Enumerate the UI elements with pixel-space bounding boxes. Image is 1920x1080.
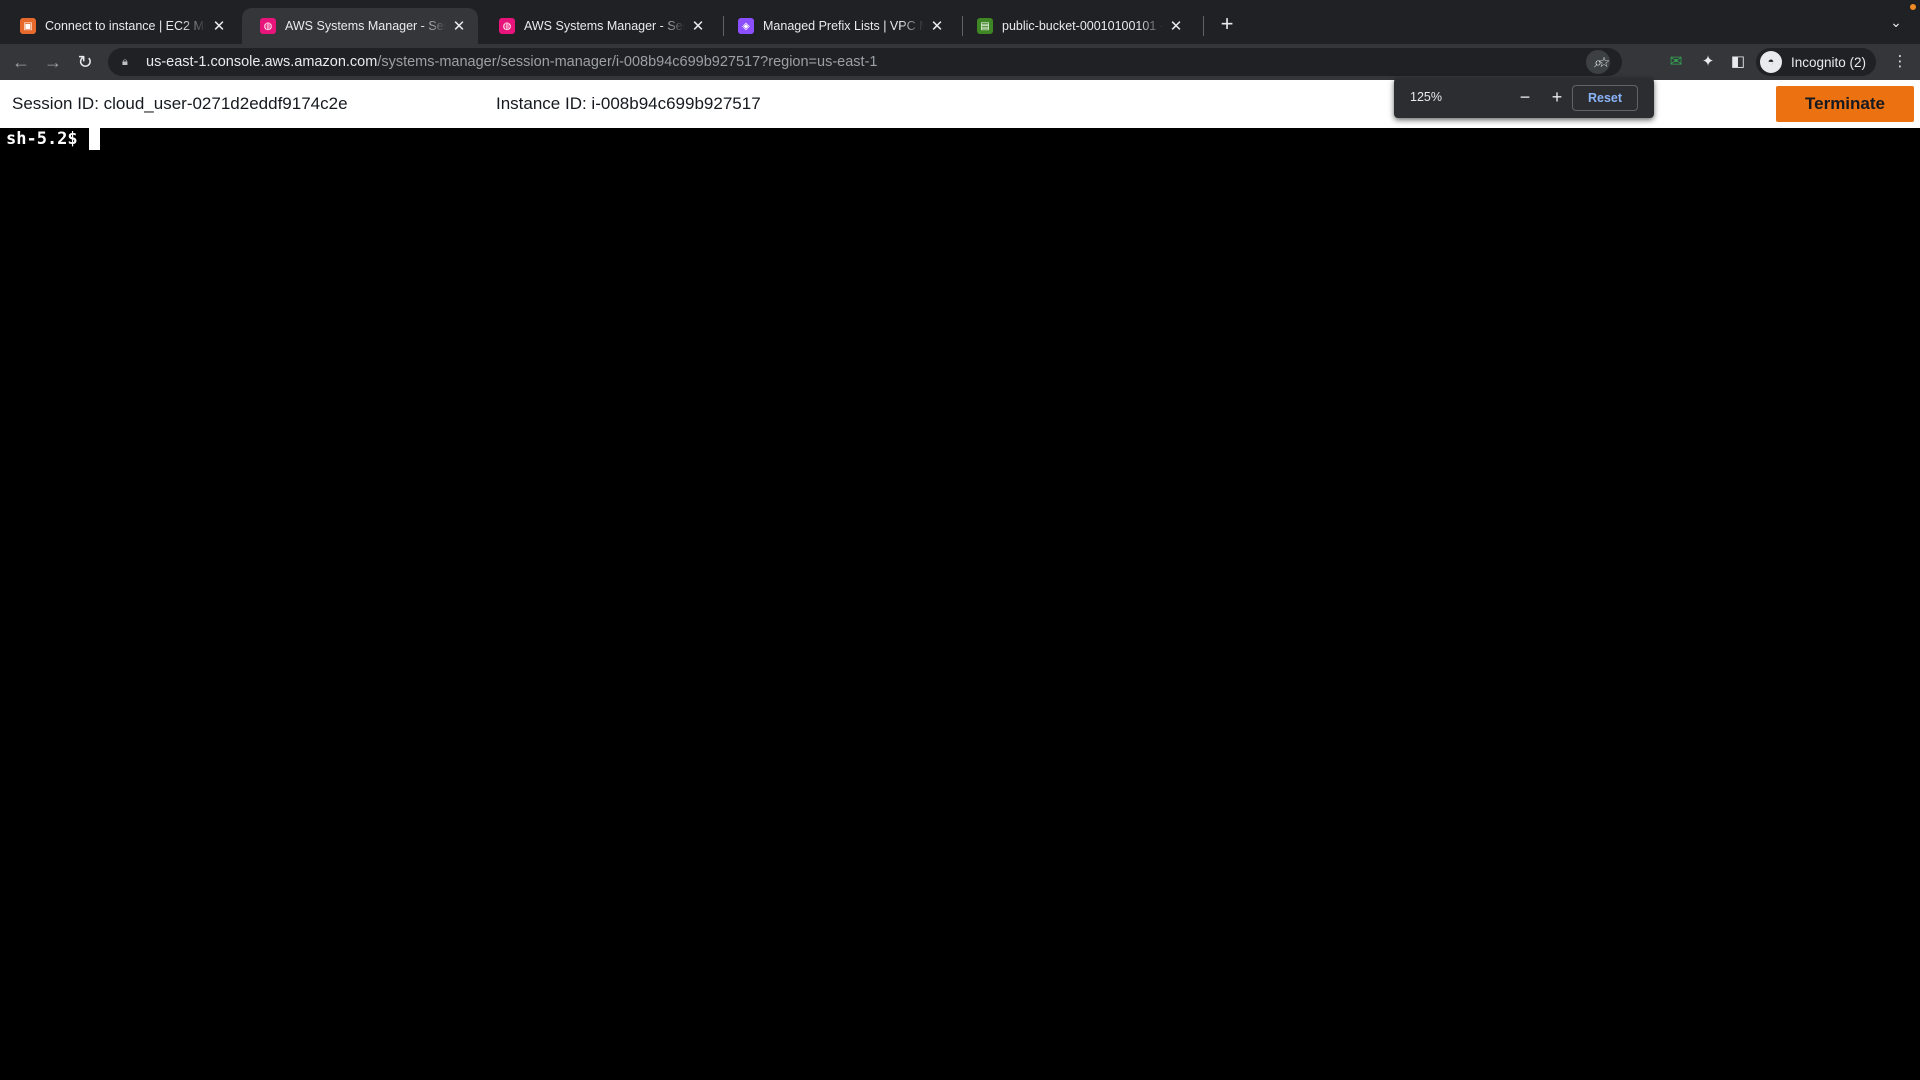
close-tab-icon[interactable]: ✕ [210,17,228,35]
incognito-profile-button[interactable]: ◓ Incognito (2) [1756,48,1877,76]
reload-icon[interactable]: ↻ [73,50,97,74]
url-host: us-east-1.console.aws.amazon.com [146,54,378,70]
terminate-button[interactable]: Terminate [1776,86,1914,122]
tab-title: Connect to instance | EC2 Mana [45,19,206,33]
address-bar[interactable]: 🔒︎ us-east-1.console.aws.amazon.com/syst… [108,48,1622,76]
tab-strip: ▣ Connect to instance | EC2 Mana ✕ ◍ AWS… [0,0,1920,44]
systems-manager-icon: ◍ [260,18,276,34]
tab-title: AWS Systems Manager - Session [524,19,685,33]
zoom-level: 125% [1410,90,1442,104]
tab-search-chevron-icon[interactable]: ⌄ [1886,12,1906,32]
tab-connect-to-instance[interactable]: ▣ Connect to instance | EC2 Mana ✕ [2,8,238,44]
new-tab-icon[interactable]: + [1214,12,1240,38]
s3-icon: ▤ [977,18,993,34]
tab-title: AWS Systems Manager - Session [285,19,446,33]
session-id: Session ID: cloud_user-0271d2eddf9174c2e [12,94,348,113]
vpc-icon: ◈ [738,18,754,34]
ec2-icon: ▣ [20,18,36,34]
browser-menu-icon[interactable]: ⋮ [1888,50,1912,74]
zoom-out-minus-icon[interactable]: − [1514,87,1536,109]
tab-divider [1203,16,1204,36]
side-panel-icon[interactable]: ◧ [1726,50,1750,74]
back-arrow-icon[interactable]: ← [9,50,33,74]
extensions-puzzle-icon[interactable]: ✦ [1696,50,1720,74]
instance-id: Instance ID: i-008b94c699b927517 [496,94,761,113]
systems-manager-icon: ◍ [499,18,515,34]
notification-dot [1910,4,1916,10]
browser-toolbar: ← → ↻ 🔒︎ us-east-1.console.aws.amazon.co… [0,44,1920,80]
tab-title: Managed Prefix Lists | VPC Man [763,19,924,33]
terminal[interactable]: sh-5.2$ [0,128,1920,1080]
close-tab-icon[interactable]: ✕ [450,17,468,35]
tab-title: public-bucket-00010100101 - S [1002,19,1163,33]
extension-mail-icon[interactable]: ✉ [1664,50,1688,74]
tab-managed-prefix-lists[interactable]: ◈ Managed Prefix Lists | VPC Man ✕ [720,8,956,44]
close-tab-icon[interactable]: ✕ [928,17,946,35]
forward-arrow-icon[interactable]: → [41,50,65,74]
close-tab-icon[interactable]: ✕ [1167,17,1185,35]
close-tab-icon[interactable]: ✕ [689,17,707,35]
tab-systems-manager-session-2[interactable]: ◍ AWS Systems Manager - Session ✕ [481,8,717,44]
zoom-popup: 125% − + Reset [1394,78,1654,118]
tab-systems-manager-session-1[interactable]: ◍ AWS Systems Manager - Session ✕ [242,8,478,44]
terminal-cursor [88,128,100,150]
url-path: /systems-manager/session-manager/i-008b9… [377,54,878,70]
lock-icon[interactable]: 🔒︎ [122,56,136,69]
zoom-in-plus-icon[interactable]: + [1546,87,1568,109]
bookmark-star-icon[interactable]: ☆ [1592,50,1616,74]
incognito-icon: ◓ [1760,51,1782,73]
profile-label: Incognito (2) [1791,54,1867,70]
tab-public-bucket[interactable]: ▤ public-bucket-00010100101 - S ✕ [959,8,1195,44]
zoom-reset-button[interactable]: Reset [1572,85,1638,111]
prompt-line: sh-5.2$ [6,128,100,150]
shell-prompt: sh-5.2$ [6,129,78,149]
